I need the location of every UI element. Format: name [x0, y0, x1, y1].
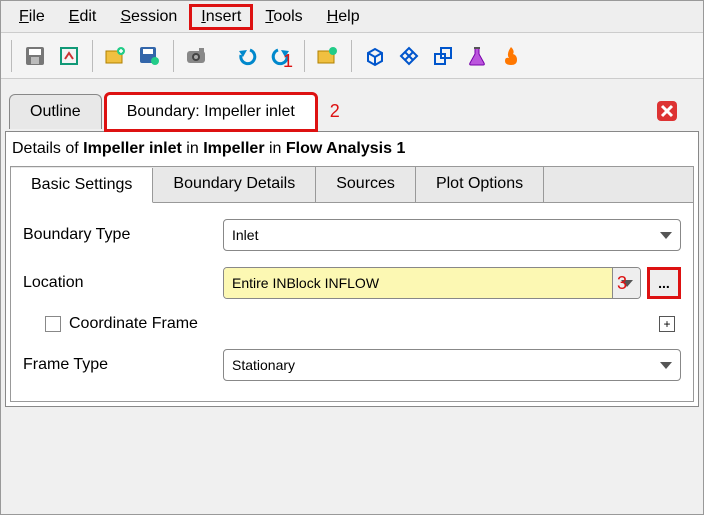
box-icon[interactable]	[360, 41, 390, 71]
save-icon[interactable]	[20, 41, 50, 71]
coord-frame-checkbox[interactable]	[45, 316, 61, 332]
flask-icon[interactable]	[462, 41, 492, 71]
frame-type-select[interactable]: Stationary	[223, 349, 681, 381]
details-panel: Details of Impeller inlet in Impeller in…	[5, 131, 699, 407]
location-browse-button[interactable]: ...	[647, 267, 681, 299]
menu-session[interactable]: Session	[108, 4, 189, 30]
chevron-down-icon	[660, 232, 672, 239]
tab-plot-options[interactable]: Plot Options	[416, 167, 544, 202]
close-icon[interactable]	[655, 99, 679, 123]
camera-icon[interactable]	[182, 41, 212, 71]
basic-settings-form: Boundary Type Inlet Location Entire INB	[11, 203, 693, 401]
menubar: File Edit Session Insert Tools Help	[1, 1, 703, 33]
mesh-icon[interactable]	[394, 41, 424, 71]
coord-frame-label: Coordinate Frame	[69, 315, 198, 333]
annotation-3: 3	[617, 273, 627, 294]
location-select[interactable]: Entire INBlock INFLOW	[224, 268, 612, 298]
transform-icon[interactable]	[428, 41, 458, 71]
tree-save-icon[interactable]	[135, 41, 165, 71]
tab-boundary[interactable]: Boundary: Impeller inlet	[104, 92, 318, 132]
menu-tools[interactable]: Tools	[253, 4, 314, 30]
tab-basic-settings[interactable]: Basic Settings	[11, 168, 153, 203]
details-heading: Details of Impeller inlet in Impeller in…	[10, 136, 694, 162]
location-label: Location	[23, 274, 223, 292]
menu-insert[interactable]: Insert	[189, 4, 253, 30]
annotation-2: 2	[330, 101, 340, 122]
flame-icon[interactable]	[496, 41, 526, 71]
refresh-icon[interactable]	[54, 41, 84, 71]
tab-boundary-details[interactable]: Boundary Details	[153, 167, 316, 202]
tab-sources[interactable]: Sources	[316, 167, 416, 202]
panel-tabs: Outline Boundary: Impeller inlet 2	[1, 91, 703, 131]
tab-outline[interactable]: Outline	[9, 94, 102, 129]
chevron-down-icon	[660, 362, 672, 369]
boundary-type-select[interactable]: Inlet	[223, 219, 681, 251]
menu-help[interactable]: Help	[315, 4, 372, 30]
menu-edit[interactable]: Edit	[57, 4, 109, 30]
menu-file[interactable]: File	[7, 4, 57, 30]
expand-button[interactable]: +	[659, 316, 675, 332]
toolbar: 1	[1, 33, 703, 79]
inner-tabs: Basic Settings Boundary Details Sources …	[11, 167, 693, 203]
boundary-type-label: Boundary Type	[23, 226, 223, 244]
frame-type-label: Frame Type	[23, 356, 223, 374]
folder-icon[interactable]	[313, 41, 343, 71]
annotation-1: 1	[283, 51, 293, 72]
tree-open-icon[interactable]	[101, 41, 131, 71]
undo-icon[interactable]	[232, 41, 262, 71]
